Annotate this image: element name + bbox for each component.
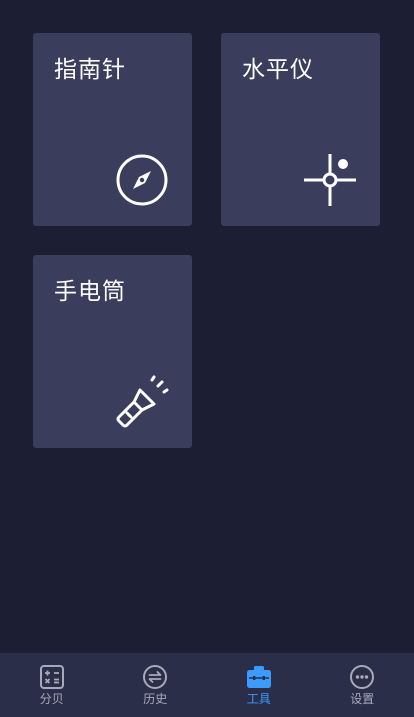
more-icon [349, 664, 375, 690]
tab-history[interactable]: 历史 [104, 653, 208, 717]
tools-screen: 指南针 水平仪 手电筒 分贝 历史 工具 设置 [0, 0, 414, 717]
compass-icon [114, 152, 170, 208]
flashlight-title: 手电筒 [54, 279, 126, 305]
flashlight-card[interactable]: 手电筒 [33, 255, 192, 448]
compass-title: 指南针 [54, 57, 126, 83]
tab-history-label: 历史 [143, 692, 168, 706]
tab-settings[interactable]: 设置 [311, 653, 414, 717]
level-title: 水平仪 [242, 57, 314, 83]
tab-settings-label: 设置 [350, 692, 375, 706]
bottom-tab-bar: 分贝 历史 工具 设置 [0, 653, 414, 717]
calculator-icon [39, 664, 65, 690]
tab-tools-label: 工具 [246, 692, 271, 706]
crosshair-icon [302, 152, 358, 208]
compass-card[interactable]: 指南针 [33, 33, 192, 226]
tab-decibel-label: 分贝 [39, 692, 64, 706]
history-icon [142, 664, 168, 690]
flashlight-icon [114, 374, 170, 430]
tab-tools[interactable]: 工具 [207, 653, 311, 717]
tab-decibel[interactable]: 分贝 [0, 653, 104, 717]
level-card[interactable]: 水平仪 [221, 33, 380, 226]
toolbox-icon [246, 664, 272, 690]
